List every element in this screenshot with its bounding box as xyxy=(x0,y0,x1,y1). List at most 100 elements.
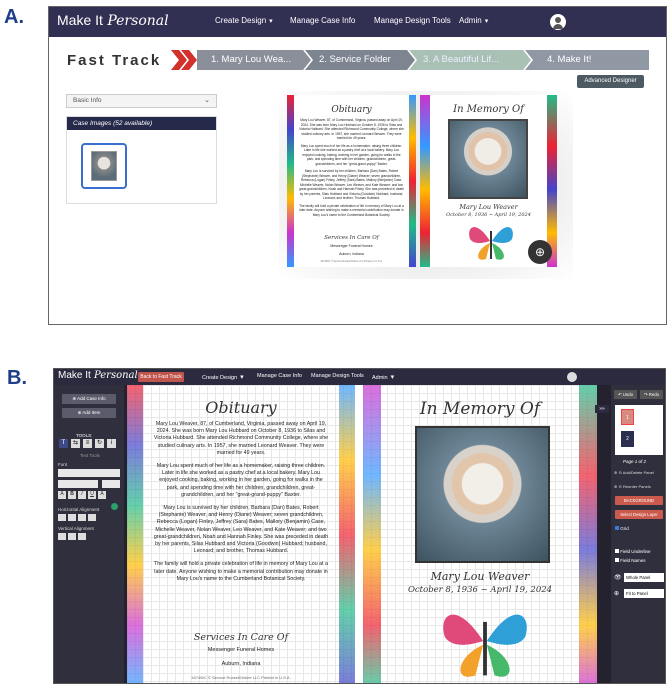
top-nav: Make It Personal Create Design ▾ Manage C… xyxy=(49,7,666,37)
nav-create-design[interactable]: Create Design ▾ xyxy=(215,16,273,25)
memory-dates: October 8, 1936 ~ April 19, 2024 xyxy=(446,212,531,218)
move-tool-icon[interactable]: ⇆ xyxy=(71,439,80,448)
advanced-designer-button[interactable]: Advanced Designer xyxy=(577,75,644,88)
text-tool-icon[interactable]: T xyxy=(59,439,68,448)
step-1[interactable]: 1. Mary Lou Wea... xyxy=(195,50,309,70)
user-avatar-icon[interactable] xyxy=(550,14,566,30)
step-2[interactable]: 2. Service Folder xyxy=(303,50,407,70)
size-icon[interactable]: A xyxy=(98,491,106,499)
page-indicator: Page 1 of 2 xyxy=(623,459,647,464)
eye-icon: 👁 xyxy=(614,575,622,581)
nav-manage-case-info[interactable]: Manage Case Info xyxy=(290,16,355,25)
panel-label-a: A. xyxy=(4,6,24,28)
nav-manage-design-tools[interactable]: Manage Design Tools xyxy=(374,16,451,25)
page-1-thumb[interactable]: 1 xyxy=(621,409,634,425)
view-select[interactable]: Whole Panel xyxy=(624,573,664,582)
redo-button[interactable]: ↷ Redo xyxy=(640,390,663,399)
text-tools-label: Text Tools xyxy=(80,453,100,458)
fit-select[interactable]: Fit to Panel xyxy=(624,589,664,598)
footer: 1674WC © Service Rocket/Online LLC Print… xyxy=(320,260,383,263)
left-tool-panel: ⊕ Add Case Info ⊕ Add Item TOOLS: T ⇆ ≡ … xyxy=(54,385,124,683)
vertical-align-buttons xyxy=(58,533,86,540)
style-buttons: A B I U A xyxy=(58,491,106,499)
fast-track-chevrons-icon xyxy=(171,50,197,70)
memory-page[interactable]: In Memory Of Mary Lou Weaver October 8, … xyxy=(363,385,597,683)
tools-label: TOOLS: xyxy=(76,433,93,438)
case-icon[interactable]: A xyxy=(58,491,66,499)
bold-icon[interactable]: B xyxy=(68,491,76,499)
logo[interactable]: Make It Personal xyxy=(57,12,169,29)
tool-buttons: T ⇆ ≡ ↻ i xyxy=(59,439,116,448)
footer-b: 1674WC © Service Rocket/Online LLC Print… xyxy=(191,675,291,680)
memory-dates-b: October 8, 1936 ~ April 19, 2024 xyxy=(407,585,553,595)
color-picker-icon[interactable] xyxy=(111,503,118,510)
field-underline-toggle[interactable]: Field Underline xyxy=(615,549,651,554)
background-button[interactable]: BACKGROUND xyxy=(615,496,663,505)
align-middle-icon[interactable] xyxy=(68,533,76,540)
city-b: Auburn, Indiana xyxy=(221,661,261,667)
back-to-fast-track-button[interactable]: Back to Fast Track xyxy=(138,372,184,382)
butterfly-icon-b[interactable] xyxy=(437,599,533,683)
case-image-thumbnail[interactable] xyxy=(81,143,127,189)
align-right-icon[interactable] xyxy=(78,514,86,521)
add-item-button[interactable]: ⊕ Add Item xyxy=(62,408,116,418)
services-heading-b: Services In Care Of xyxy=(193,632,289,643)
page-2-thumb[interactable]: 2 xyxy=(621,431,634,447)
font-label: Font xyxy=(58,462,68,467)
field-names-toggle[interactable]: Field Names xyxy=(615,558,646,563)
obituary-page-preview[interactable]: Obituary Mary Lou Weaver, 87, of Cumberl… xyxy=(287,95,416,267)
memory-heading: In Memory Of xyxy=(453,104,524,115)
page-thumbnails: 1 2 xyxy=(615,405,663,455)
obituary-heading-b: Obituary xyxy=(205,398,277,417)
panel-b-advanced-designer: Make It Personal Back to Fast Track Crea… xyxy=(53,368,666,684)
obituary-page[interactable]: Obituary Mary Lou Weaver, 87, of Cumberl… xyxy=(127,385,355,683)
select-design-layer-button[interactable]: Select Design Layer xyxy=(615,510,663,519)
funeral-home-b: Messenger Funeral Homes xyxy=(207,647,275,653)
logo-b[interactable]: Make It Personal xyxy=(58,370,138,381)
user-avatar-icon-b[interactable] xyxy=(567,372,577,382)
nav-manage-case-info-b[interactable]: Manage Case Info xyxy=(257,373,302,379)
nav-admin[interactable]: Admin ▾ xyxy=(459,16,488,25)
align-justify-icon[interactable] xyxy=(88,514,96,521)
memory-name: Mary Lou Weaver xyxy=(459,203,518,211)
reorder-panels[interactable]: ⊕ ⊖ Reorder Panels xyxy=(614,484,651,489)
rotate-tool-icon[interactable]: ↻ xyxy=(95,439,104,448)
memory-name-b: Mary Lou Weaver xyxy=(430,570,530,583)
info-tool-icon[interactable]: i xyxy=(107,439,116,448)
underline-icon[interactable]: U xyxy=(88,491,96,499)
services-heading: Services In Care Of xyxy=(324,235,379,241)
add-delete-panel[interactable]: ⊕ ⊖ Add/Delete Panel xyxy=(614,470,664,475)
chevron-down-icon: ⌄ xyxy=(204,97,210,104)
design-canvas[interactable]: Obituary Mary Lou Weaver, 87, of Cumberl… xyxy=(127,385,597,683)
step-3[interactable]: 3. A Beautiful Lif... xyxy=(407,50,523,70)
add-case-info-button[interactable]: ⊕ Add Case Info xyxy=(62,394,116,404)
portrait-photo-b[interactable] xyxy=(415,426,550,563)
layers-tool-icon[interactable]: ≡ xyxy=(83,439,92,448)
panel-a-fast-track: Make It Personal Create Design ▾ Manage C… xyxy=(48,6,667,325)
grid-toggle[interactable]: Grid xyxy=(615,526,629,531)
font-size-input[interactable] xyxy=(58,480,98,488)
basic-info-dropdown[interactable]: Basic Info ⌄ xyxy=(66,94,217,108)
nav-manage-design-tools-b[interactable]: Manage Design Tools xyxy=(311,373,364,379)
city: Auburn, Indiana xyxy=(339,252,364,256)
align-center-icon[interactable] xyxy=(68,514,76,521)
nav-admin-b[interactable]: Admin ▾ xyxy=(372,373,394,381)
panel-label-b: B. xyxy=(7,367,27,389)
align-left-icon[interactable] xyxy=(58,514,66,521)
step-4[interactable]: 4. Make It! xyxy=(531,50,641,70)
align-bottom-icon[interactable] xyxy=(78,533,86,540)
align-top-icon[interactable] xyxy=(58,533,66,540)
fast-track-title: Fast Track xyxy=(67,52,162,69)
obituary-text[interactable]: Mary Lou Weaver, 87, of Cumberland, Virg… xyxy=(153,421,329,583)
nav-create-design-b[interactable]: Create Design ▾ xyxy=(202,373,244,381)
font-size-stepper[interactable] xyxy=(102,480,120,488)
butterfly-icon xyxy=(469,227,513,260)
obituary-text-small: Mary Lou Weaver, 87, of Cumberland, Virg… xyxy=(299,118,404,217)
horizontal-alignment-label: Horizontal Alignment xyxy=(58,507,100,512)
italic-icon[interactable]: I xyxy=(78,491,86,499)
zoom-in-icon[interactable]: ⊕ xyxy=(528,240,552,264)
undo-button[interactable]: ↶ Undo xyxy=(614,390,637,399)
collapse-panel-icon[interactable]: »» xyxy=(595,405,609,413)
font-select[interactable] xyxy=(58,469,120,477)
portrait-photo[interactable] xyxy=(448,119,528,199)
